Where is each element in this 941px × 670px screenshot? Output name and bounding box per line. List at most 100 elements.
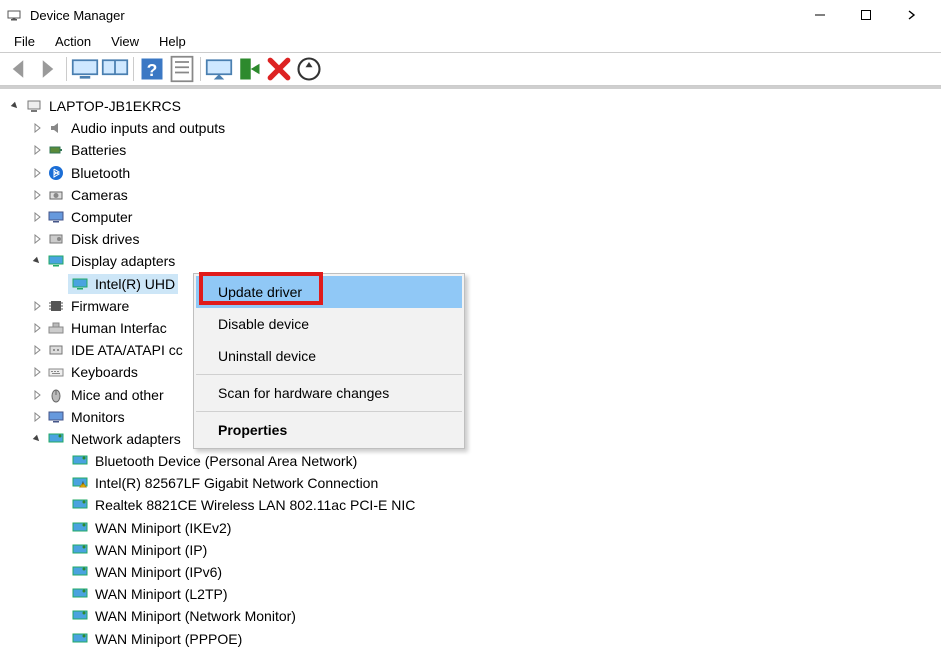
tree-category-batteries[interactable]: Batteries [26,139,937,161]
network-adapter-icon [71,630,89,648]
tree-category-bluetooth[interactable]: Bluetooth [26,162,937,184]
forward-button[interactable] [34,55,62,83]
minimize-button[interactable] [797,0,843,30]
tree-device-net1[interactable]: !Intel(R) 82567LF Gigabit Network Connec… [50,472,937,494]
expand-icon[interactable] [30,343,44,357]
tree-device-net6[interactable]: WAN Miniport (L2TP) [50,583,937,605]
update-driver-button[interactable] [205,55,233,83]
properties-button[interactable] [168,55,196,83]
bluetooth-icon [47,164,65,182]
menu-file[interactable]: File [4,32,45,51]
context-menu-separator [196,374,462,375]
tree-root[interactable]: LAPTOP-JB1EKRCS [4,95,937,117]
ide-icon [47,341,65,359]
device-manager-icon [6,7,22,23]
toolbar-separator [200,57,201,81]
monitor-icon [47,208,65,226]
network-adapter-icon [71,607,89,625]
spacer-icon [54,498,68,512]
tree-category-network[interactable]: Network adapters [26,428,937,450]
network-adapter-icon [71,519,89,537]
context-menu-scan-hardware[interactable]: Scan for hardware changes [196,377,462,409]
menu-help[interactable]: Help [149,32,196,51]
tree-category-monitors[interactable]: Monitors [26,406,937,428]
expand-icon[interactable] [8,99,22,113]
uninstall-device-button[interactable] [265,55,293,83]
tree-label: WAN Miniport (IPv6) [95,564,222,580]
expand-icon[interactable] [30,299,44,313]
expand-icon[interactable] [30,143,44,157]
enable-device-button[interactable] [235,55,263,83]
tree-label: Cameras [71,187,128,203]
tree-label: WAN Miniport (IP) [95,542,207,558]
tree-category-ide[interactable]: IDE ATA/ATAPI cc [26,339,937,361]
tree-category-computer[interactable]: Computer [26,206,937,228]
display-adapter-icon [47,252,65,270]
expand-icon[interactable] [30,210,44,224]
expand-icon[interactable] [30,232,44,246]
collapse-icon[interactable] [30,432,44,446]
show-hidden-devices-button[interactable] [71,55,99,83]
tree-device-intel-uhd[interactable]: Intel(R) UHD [50,273,937,295]
menu-view[interactable]: View [101,32,149,51]
expand-icon[interactable] [30,121,44,135]
tree-device-net4[interactable]: WAN Miniport (IP) [50,539,937,561]
toolbar-separator [66,57,67,81]
context-menu-properties[interactable]: Properties [196,414,462,446]
tree-category-hid[interactable]: Human Interfac [26,317,937,339]
expand-icon[interactable] [30,388,44,402]
expand-icon[interactable] [30,321,44,335]
back-button[interactable] [4,55,32,83]
tree-label: WAN Miniport (IKEv2) [95,520,231,536]
expand-icon[interactable] [30,410,44,424]
tree-category-firmware[interactable]: Firmware [26,295,937,317]
view-devices-button[interactable] [101,55,129,83]
tree-category-keyboards[interactable]: Keyboards [26,361,937,383]
tree-device-net7[interactable]: WAN Miniport (Network Monitor) [50,605,937,627]
tree-label: Intel(R) UHD [95,276,175,292]
tree-category-disk[interactable]: Disk drives [26,228,937,250]
disk-icon [47,230,65,248]
spacer-icon [54,476,68,490]
tree-label: Human Interfac [71,320,167,336]
tree-label: WAN Miniport (Network Monitor) [95,608,296,624]
menu-action[interactable]: Action [45,32,101,51]
tree-category-audio[interactable]: Audio inputs and outputs [26,117,937,139]
tree-label: Audio inputs and outputs [71,120,225,136]
tree-device-net3[interactable]: WAN Miniport (IKEv2) [50,517,937,539]
help-button[interactable]: ? [138,55,166,83]
scan-hardware-button[interactable] [295,55,323,83]
tree-label: Bluetooth [71,165,130,181]
tree-category-cameras[interactable]: Cameras [26,184,937,206]
tree-label: Computer [71,209,132,225]
mouse-icon [47,386,65,404]
context-menu-uninstall-device[interactable]: Uninstall device [196,340,462,372]
network-adapter-icon [71,563,89,581]
expand-icon[interactable] [30,365,44,379]
spacer-icon [54,277,68,291]
computer-icon [25,97,43,115]
context-menu-update-driver[interactable]: Update driver [196,276,462,308]
overflow-button[interactable] [889,0,935,30]
tree-device-net5[interactable]: WAN Miniport (IPv6) [50,561,937,583]
maximize-button[interactable] [843,0,889,30]
tree-category-mice[interactable]: Mice and other [26,383,937,405]
tree-device-net0[interactable]: Bluetooth Device (Personal Area Network) [50,450,937,472]
toolbar: ? [0,52,941,86]
display-adapter-icon [71,275,89,293]
expand-icon[interactable] [30,188,44,202]
tree-device-net2[interactable]: Realtek 8821CE Wireless LAN 802.11ac PCI… [50,494,937,516]
network-adapter-warning-icon: ! [71,474,89,492]
spacer-icon [54,454,68,468]
tree-device-net8[interactable]: WAN Miniport (PPPOE) [50,628,937,650]
collapse-icon[interactable] [30,254,44,268]
svg-text:?: ? [147,60,158,80]
toolbar-separator [133,57,134,81]
title-bar: Device Manager [0,0,941,30]
context-menu-disable-device[interactable]: Disable device [196,308,462,340]
tree-label: Realtek 8821CE Wireless LAN 802.11ac PCI… [95,497,415,513]
tree-category-display[interactable]: Display adapters [26,250,937,272]
speaker-icon [47,119,65,137]
spacer-icon [54,521,68,535]
expand-icon[interactable] [30,166,44,180]
